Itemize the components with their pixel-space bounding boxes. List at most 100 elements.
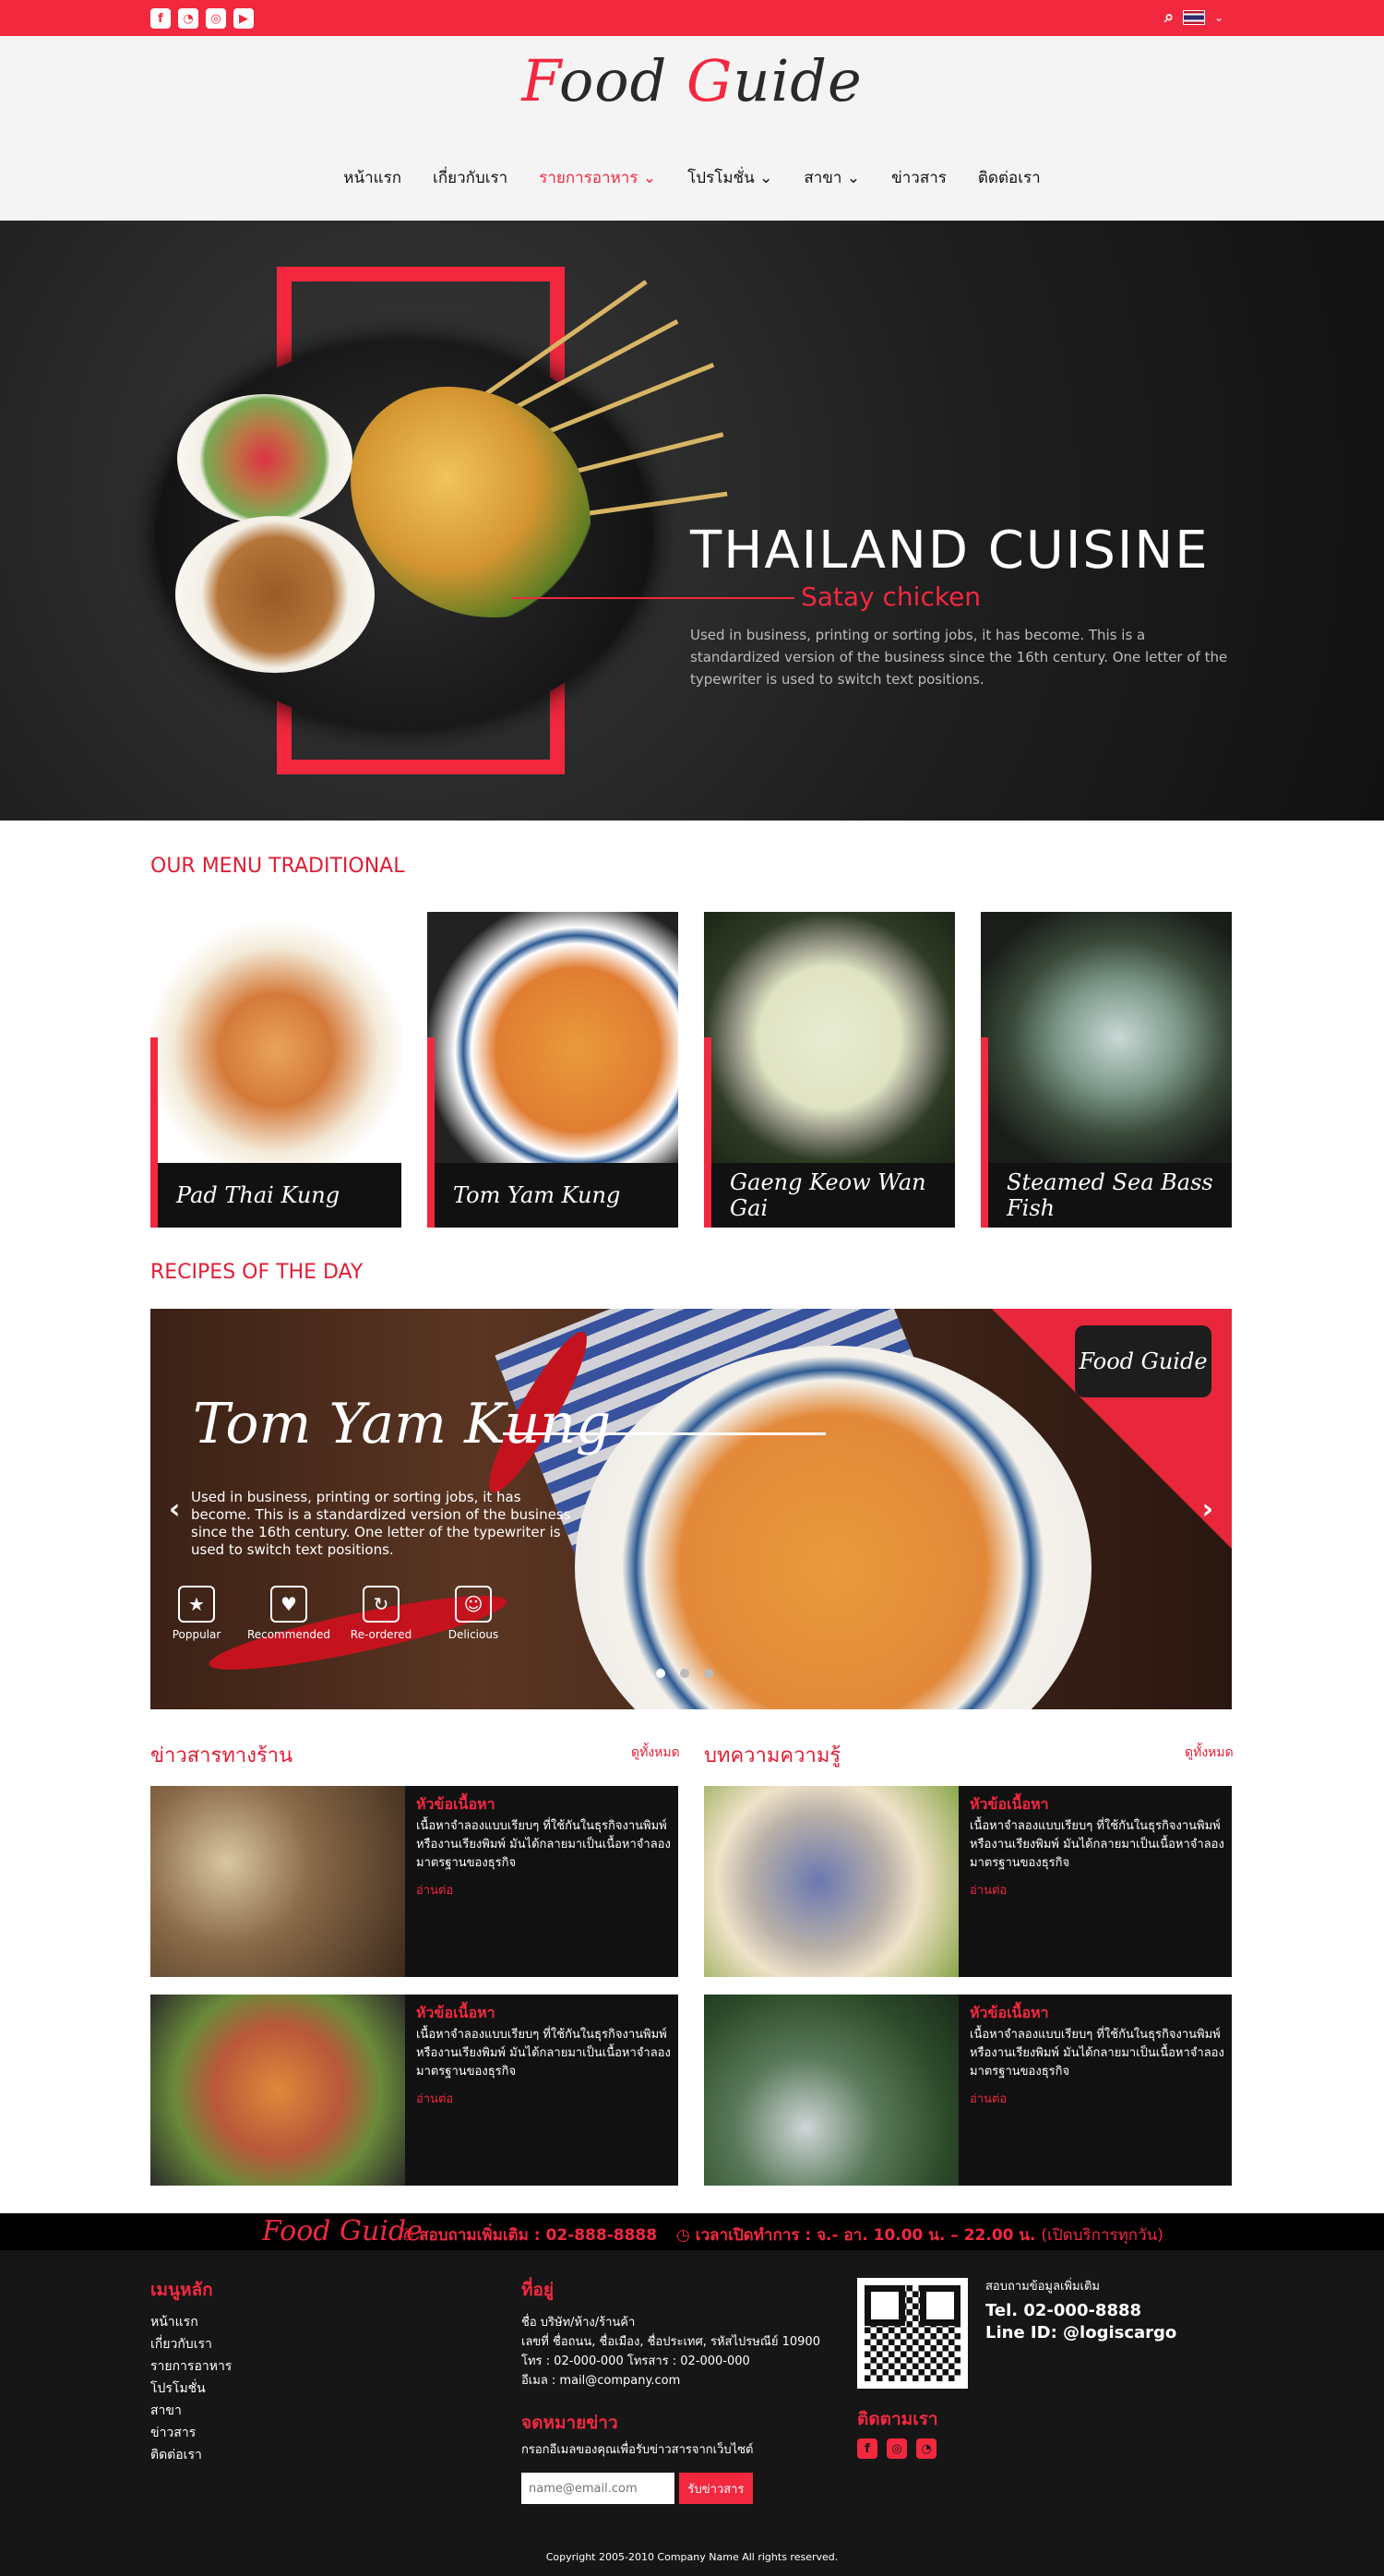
search-icon[interactable]: ⌕ — [1164, 7, 1174, 27]
facebook-icon[interactable]: f — [857, 2438, 877, 2459]
thai-flag-icon[interactable] — [1183, 9, 1206, 25]
read-more-link[interactable]: อ่านต่อ — [416, 2089, 453, 2108]
carousel-prev-arrow-icon[interactable]: ‹ — [169, 1493, 180, 1526]
line-icon[interactable]: ◔ — [916, 2438, 937, 2459]
news-title: หัวข้อเนื้อหา — [970, 1795, 1049, 1813]
contact-phone-text: สอบถามเพิ่มเติม : 02-888-8888 — [419, 2226, 658, 2245]
opening-hours-note: (เปิดบริการทุกวัน) — [1041, 2226, 1163, 2245]
address-line: อีเมล : mail@company.com — [521, 2374, 681, 2388]
logo-f: F — [521, 47, 559, 114]
nav-home[interactable]: หน้าแรก — [343, 165, 401, 190]
hero-peanut-sauce-image — [175, 516, 375, 673]
news-title: หัวข้อเนื้อหา — [416, 1795, 495, 1813]
carousel-dot[interactable] — [656, 1669, 665, 1678]
hero-subtitle-line — [512, 597, 794, 599]
newsletter-desc: กรอกอีเมลของคุณเพื่อรับข่าวสารจากเว็บไซต… — [521, 2443, 754, 2457]
menu-card-tom-yam[interactable]: Tom Yam Kung — [427, 912, 678, 1228]
nav-contact[interactable]: ติดต่อเรา — [978, 165, 1041, 190]
newsletter-email-input[interactable] — [521, 2473, 674, 2504]
site-logo[interactable]: Food Guide — [0, 47, 1384, 114]
pad-thai-image — [150, 912, 401, 1163]
clock-icon: ◷ — [676, 2226, 690, 2245]
news-image — [150, 1995, 405, 2186]
footer-link[interactable]: สาขา — [150, 2400, 232, 2422]
feature-recommended: ♥ Recommended — [243, 1586, 335, 1641]
shop-news-see-all[interactable]: ดูทั้งหมด — [631, 1743, 680, 1763]
nav-menu-label: รายการอาหาร — [539, 169, 638, 187]
menu-card-label: Tom Yam Kung — [453, 1182, 621, 1208]
line-qr-code — [857, 2278, 968, 2389]
read-more-link[interactable]: อ่านต่อ — [970, 2089, 1007, 2108]
contact-bar: Food Guide ✆ สอบถามเพิ่มเติม : 02-888-88… — [0, 2213, 1384, 2250]
facebook-icon[interactable]: f — [150, 8, 171, 29]
footer-link[interactable]: หน้าแรก — [150, 2311, 232, 2333]
footer-link[interactable]: ข่าวสาร — [150, 2422, 232, 2444]
read-more-link[interactable]: อ่านต่อ — [416, 1880, 453, 1899]
footer-menu-title: เมนูหลัก — [150, 2280, 213, 2300]
contact-phone[interactable]: ✆ สอบถามเพิ่มเติม : 02-888-8888 — [400, 2223, 657, 2247]
carousel-dot[interactable] — [680, 1669, 689, 1678]
hero-title: THAILAND CUISINE — [690, 521, 1210, 581]
feature-label: Re-ordered — [350, 1628, 412, 1641]
banner-logo: Food Guide — [1075, 1325, 1211, 1397]
carousel-next-arrow-icon[interactable]: › — [1202, 1493, 1213, 1526]
news-image — [150, 1786, 405, 1977]
green-curry-image — [704, 912, 955, 1163]
logo-uide: uide — [733, 47, 863, 114]
main-nav: หน้าแรก เกี่ยวกับเรา รายการอาหาร ⌄ โปรโม… — [0, 165, 1384, 190]
news-desc: เนื้อหาจำลองแบบเรียบๆ ที่ใช้กันในธุรกิจง… — [970, 2028, 1224, 2079]
carousel-dot[interactable] — [704, 1669, 713, 1678]
site-footer: เมนูหลัก หน้าแรก เกี่ยวกับเรา รายการอาหา… — [0, 2250, 1384, 2576]
articles-title: บทความความรู้ — [704, 1744, 841, 1767]
feature-popular: ★ Poppular — [150, 1586, 243, 1641]
instagram-icon[interactable]: ◎ — [887, 2438, 907, 2459]
opening-hours: ◷ เวลาเปิดทำการ : จ.- อา. 10.00 น. – 22.… — [676, 2223, 1163, 2247]
chevron-down-icon: ⌄ — [846, 169, 861, 187]
read-more-link[interactable]: อ่านต่อ — [970, 1880, 1007, 1899]
tom-yam-image — [427, 912, 678, 1163]
social-links: f ◔ ◎ ▶ — [150, 8, 254, 29]
subscribe-button[interactable]: รับข่าวสาร — [679, 2473, 753, 2504]
menu-card-label: Pad Thai Kung — [176, 1182, 340, 1208]
news-title: หัวข้อเนื้อหา — [416, 2004, 495, 2021]
footer-address-title: ที่อยู่ — [521, 2280, 555, 2300]
line-icon[interactable]: ◔ — [178, 8, 198, 29]
chevron-down-icon: ⌄ — [759, 169, 773, 187]
chevron-down-icon[interactable]: ⌄ — [1214, 11, 1223, 24]
nav-branch-label: สาขา — [804, 169, 842, 187]
footer-link[interactable]: รายการอาหาร — [150, 2355, 232, 2378]
articles-see-all[interactable]: ดูทั้งหมด — [1185, 1743, 1234, 1763]
contact-bar-logo: Food Guide — [262, 2215, 423, 2247]
nav-menu[interactable]: รายการอาหาร ⌄ — [539, 165, 656, 190]
menu-card-green-curry[interactable]: Gaeng Keow Wan Gai — [704, 912, 955, 1228]
nav-news[interactable]: ข่าวสาร — [891, 165, 947, 190]
footer-address: ชื่อ บริษัท/ห้าง/ร้านค้า เลขที่ ชื่อถนน,… — [521, 2313, 820, 2390]
menu-card-pad-thai[interactable]: Pad Thai Kung — [150, 912, 401, 1228]
address-line: ชื่อ บริษัท/ห้าง/ร้านค้า — [521, 2316, 636, 2330]
recipes-section-title: RECIPES OF THE DAY — [150, 1261, 364, 1284]
news-item[interactable]: หัวข้อเนื้อหา เนื้อหาจำลองแบบเรียบๆ ที่ใ… — [150, 1995, 678, 2186]
address-line: เลขที่ ชื่อถนน, ชื่อเมือง, ชื่อประเทศ, ร… — [521, 2335, 820, 2349]
cutlery-heart-icon: ♥ — [270, 1586, 307, 1623]
carousel-dots — [656, 1669, 713, 1678]
news-title: หัวข้อเนื้อหา — [970, 2004, 1049, 2021]
footer-menu-list: หน้าแรก เกี่ยวกับเรา รายการอาหาร โปรโมชั… — [150, 2311, 232, 2466]
footer-link[interactable]: เกี่ยวกับเรา — [150, 2333, 232, 2355]
qr-heading: สอบถามข้อมูลเพิ่มเติม — [985, 2280, 1101, 2294]
feature-label: Poppular — [172, 1628, 221, 1641]
footer-social: f ◎ ◔ — [857, 2438, 937, 2459]
news-desc: เนื้อหาจำลองแบบเรียบๆ ที่ใช้กันในธุรกิจง… — [416, 2028, 671, 2079]
footer-link[interactable]: ติดต่อเรา — [150, 2444, 232, 2466]
nav-promotion[interactable]: โปรโมชั่น ⌄ — [687, 165, 772, 190]
top-bar: f ◔ ◎ ▶ ⌕ ⌄ — [0, 0, 1384, 36]
footer-link[interactable]: โปรโมชั่น — [150, 2378, 232, 2400]
instagram-icon[interactable]: ◎ — [206, 8, 226, 29]
youtube-icon[interactable]: ▶ — [233, 8, 254, 29]
news-image — [704, 1995, 959, 2186]
news-item[interactable]: หัวข้อเนื้อหา เนื้อหาจำลองแบบเรียบๆ ที่ใ… — [704, 1995, 1232, 2186]
nav-about[interactable]: เกี่ยวกับเรา — [433, 165, 507, 190]
news-item[interactable]: หัวข้อเนื้อหา เนื้อหาจำลองแบบเรียบๆ ที่ใ… — [150, 1786, 678, 1977]
nav-branch[interactable]: สาขา ⌄ — [804, 165, 860, 190]
news-item[interactable]: หัวข้อเนื้อหา เนื้อหาจำลองแบบเรียบๆ ที่ใ… — [704, 1786, 1232, 1977]
menu-card-sea-bass[interactable]: Steamed Sea Bass Fish — [981, 912, 1232, 1228]
